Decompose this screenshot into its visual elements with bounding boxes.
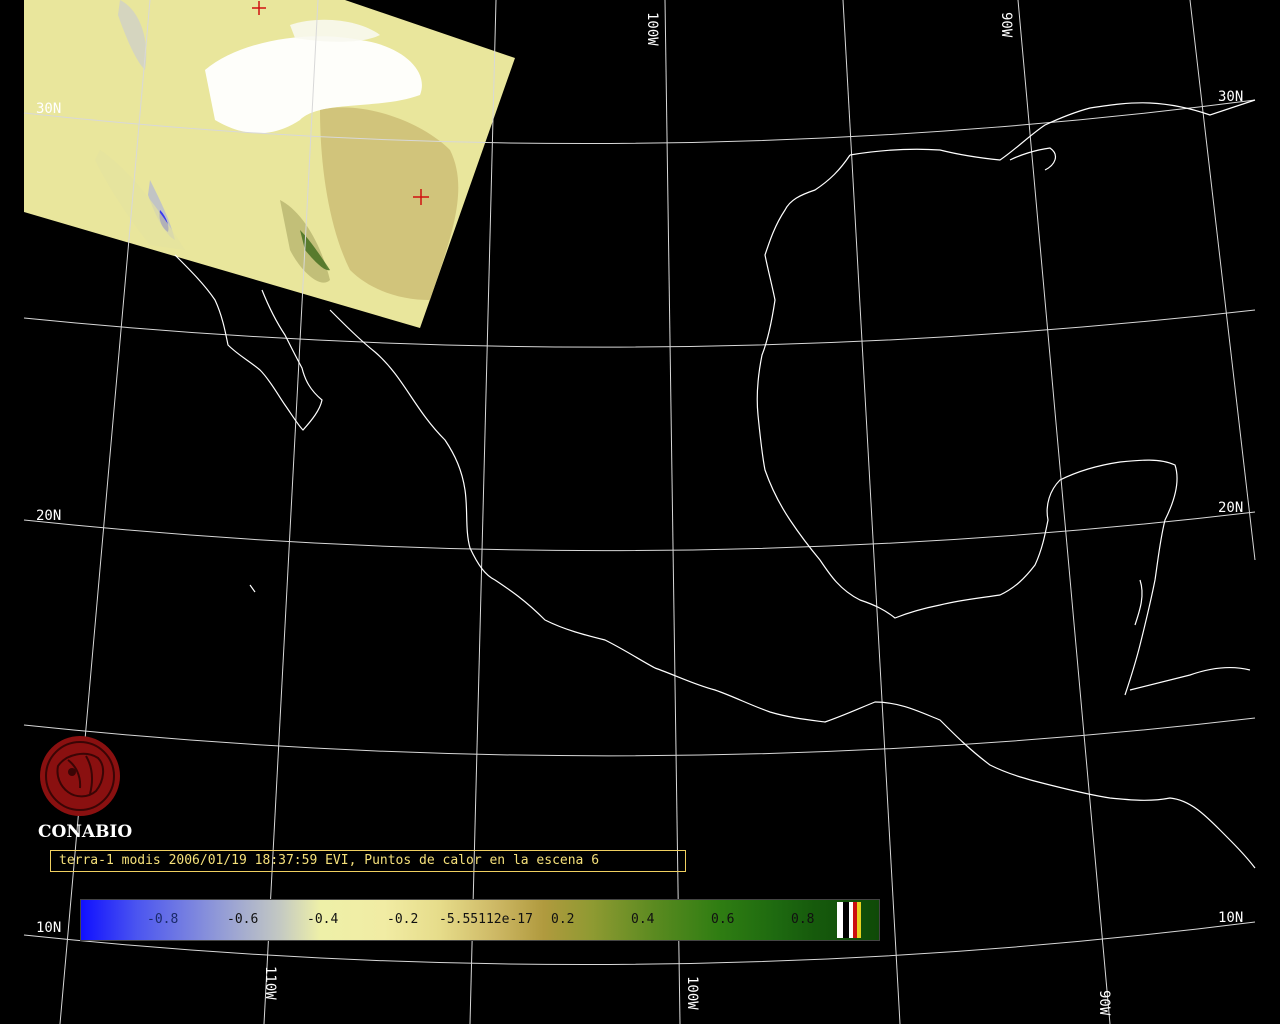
colorbar-tick: -0.2 bbox=[387, 912, 419, 927]
lat-label-10n-left: 10N bbox=[36, 920, 61, 936]
scene-caption: terra-1 modis 2006/01/19 18:37:59 EVI, P… bbox=[50, 850, 686, 872]
lat-label-20n-left: 20N bbox=[36, 508, 61, 524]
conabio-wordmark: CONABIO bbox=[38, 822, 133, 842]
scene-caption-text: terra-1 modis 2006/01/19 18:37:59 EVI, P… bbox=[59, 853, 600, 868]
lat-label-20n-right: 20N bbox=[1218, 500, 1243, 516]
colorbar-tick: 0.6 bbox=[711, 912, 735, 927]
conabio-seal-icon bbox=[40, 736, 120, 816]
lat-label-10n-right: 10N bbox=[1218, 910, 1243, 926]
lon-label-100w-bottom: 100W bbox=[684, 976, 700, 1010]
colorbar-tick: -0.6 bbox=[227, 912, 259, 927]
colorbar-tick: 0.4 bbox=[631, 912, 655, 927]
colorbar-tick: -5.55112e-17 bbox=[439, 912, 533, 927]
lon-label-110w-bottom: 110W bbox=[262, 966, 278, 1000]
satellite-swath bbox=[24, 0, 515, 328]
lat-label-30n-left: 30N bbox=[36, 101, 61, 117]
evi-colorbar: -0.8 -0.6 -0.4 -0.2 -5.55112e-17 0.2 0.4… bbox=[80, 899, 880, 941]
colorbar-tick: 0.8 bbox=[791, 912, 815, 927]
colorbar-tick: -0.4 bbox=[307, 912, 339, 927]
colorbar-swatch bbox=[857, 902, 861, 938]
lat-label-30n-right: 30N bbox=[1218, 89, 1243, 105]
lon-label-90w-top: 90W bbox=[998, 12, 1014, 38]
lon-label-90w-bottom: 90W bbox=[1096, 990, 1112, 1016]
lon-label-100w-top: 100W bbox=[644, 12, 660, 46]
colorbar-tick: -0.8 bbox=[147, 912, 179, 927]
colorbar-tick: 0.2 bbox=[551, 912, 575, 927]
